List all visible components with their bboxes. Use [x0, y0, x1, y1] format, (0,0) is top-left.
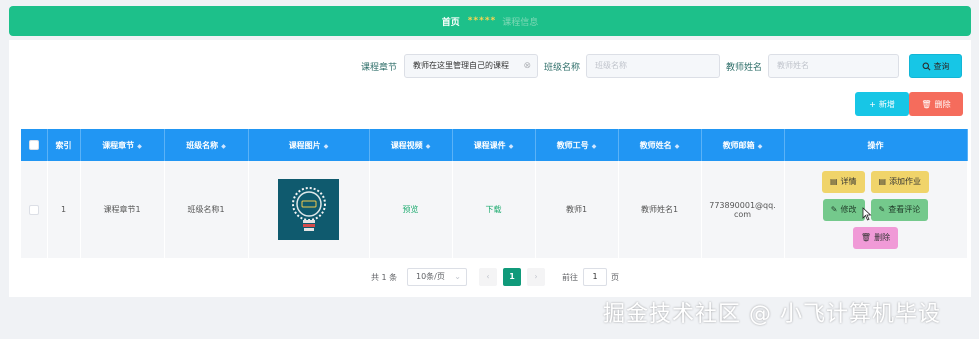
- column-header[interactable]: 课程章节 ◆: [80, 129, 165, 161]
- trash-icon: 🗑: [860, 233, 872, 242]
- video-cell: 预览: [369, 161, 453, 258]
- mouse-cursor-icon: [862, 207, 872, 221]
- lightbulb-icon: [291, 186, 326, 231]
- goto-label: 前往: [562, 273, 578, 282]
- row-checkbox[interactable]: [28, 204, 39, 215]
- sort-icon[interactable]: ◆: [426, 143, 431, 150]
- teacher-name-input[interactable]: 教师姓名: [768, 54, 899, 78]
- select-all-header[interactable]: [21, 129, 48, 161]
- operations-group: ▤ 详情 ▤ 添加作业 ✎ 修改 ✎ 查看评论 🗑 删除: [785, 170, 967, 249]
- select-all-checkbox[interactable]: [28, 140, 39, 150]
- next-page-button[interactable]: ›: [527, 268, 545, 286]
- add-button-label: 新增: [878, 99, 895, 109]
- page-size-select[interactable]: 10条/页 ⌄: [407, 268, 467, 286]
- pagination: 共 1 条 10条/页 ⌄ ‹ 1 › 前往 1 页: [9, 268, 971, 288]
- breadcrumb-separator: *****: [467, 16, 497, 26]
- main-panel: 课程章节 教师在这里管理自己的课程 ⊗ 班级名称 班级名称 教师姓名 教师姓名 …: [9, 40, 971, 297]
- column-header[interactable]: 班级名称 ◆: [164, 129, 249, 161]
- sort-icon[interactable]: ◆: [758, 143, 763, 150]
- add-homework-button[interactable]: ▤ 添加作业: [870, 170, 930, 193]
- page-number-current[interactable]: 1: [503, 268, 521, 286]
- teacher-email-cell: 773890001@qq. com: [701, 161, 785, 258]
- breadcrumb-bar: 首页 ***** 课程信息: [9, 6, 971, 36]
- breadcrumb-current: 课程信息: [502, 17, 539, 28]
- column-header[interactable]: 课程课件 ◆: [452, 129, 536, 161]
- column-header: 操作: [784, 129, 968, 161]
- table-row: 1 课程章节1 班级名称1 预览 下载 教师1 教师姓名1 773890001@…: [21, 161, 968, 258]
- teacher-id-cell: 教师1: [535, 161, 619, 258]
- sort-icon[interactable]: ◆: [221, 143, 226, 150]
- class-name-input[interactable]: 班级名称: [586, 54, 720, 78]
- email-line-2: com: [733, 209, 752, 219]
- pagination-total: 共 1 条: [371, 273, 398, 282]
- table-header-row: 索引 课程章节 ◆ 班级名称 ◆ 课程图片 ◆ 课程视频 ◆ 课程课件 ◆ 教师工号 ◆ 教…: [21, 129, 968, 161]
- column-header[interactable]: 教师邮箱 ◆: [701, 129, 785, 161]
- column-header[interactable]: 课程视频 ◆: [369, 129, 453, 161]
- sort-icon[interactable]: ◆: [509, 143, 514, 150]
- index-cell: 1: [47, 161, 81, 258]
- teacher-name-label: 教师姓名: [726, 63, 763, 73]
- view-comments-button-label: 查看评论: [888, 205, 921, 214]
- search-icon: [922, 62, 930, 70]
- column-header[interactable]: 课程图片 ◆: [248, 129, 370, 161]
- column-header[interactable]: 教师工号 ◆: [535, 129, 619, 161]
- detail-button[interactable]: ▤ 详情: [821, 170, 865, 193]
- row-delete-button-label: 删除: [874, 233, 891, 242]
- sort-icon[interactable]: ◆: [137, 143, 142, 150]
- video-preview-link[interactable]: 预览: [403, 205, 419, 214]
- add-button[interactable]: + 新增: [855, 92, 909, 116]
- watermark: 掘金技术社区 @ 小飞计算机毕设: [603, 302, 941, 327]
- query-button-label: 查询: [933, 61, 950, 71]
- edit-button[interactable]: ✎ 修改: [822, 198, 865, 221]
- edit-icon: ✎: [878, 205, 886, 214]
- chapter-input-value: 教师在这里管理自己的课程: [413, 61, 509, 70]
- view-comments-button[interactable]: ✎ 查看评论: [870, 198, 929, 221]
- column-header[interactable]: 教师姓名 ◆: [618, 129, 702, 161]
- chevron-down-icon: ⌄: [454, 272, 461, 281]
- trash-icon: 🗑: [921, 99, 932, 109]
- breadcrumb-home[interactable]: 首页: [442, 15, 460, 28]
- row-select-cell[interactable]: [21, 161, 48, 258]
- document-icon: ▤: [878, 177, 887, 186]
- column-header: 索引: [47, 129, 81, 161]
- search-row: 课程章节 教师在这里管理自己的课程 ⊗ 班级名称 班级名称 教师姓名 教师姓名: [9, 54, 971, 78]
- chapter-input[interactable]: 教师在这里管理自己的课程 ⊗: [404, 54, 538, 78]
- sort-icon[interactable]: ◆: [592, 143, 597, 150]
- goto-page-input[interactable]: 1: [583, 268, 607, 286]
- sort-icon[interactable]: ◆: [324, 143, 329, 150]
- detail-button-label: 详情: [840, 177, 857, 186]
- plus-icon: +: [869, 99, 876, 109]
- class-name-label: 班级名称: [544, 63, 581, 73]
- row-delete-button[interactable]: 🗑 删除: [852, 226, 899, 249]
- course-image[interactable]: [278, 179, 339, 240]
- query-button[interactable]: 查询: [909, 54, 962, 78]
- class-name-placeholder: 班级名称: [595, 61, 627, 70]
- document-icon: ▤: [829, 177, 838, 186]
- sort-icon[interactable]: ◆: [675, 143, 680, 150]
- class-name-cell: 班级名称1: [164, 161, 249, 258]
- chapter-label: 课程章节: [361, 63, 398, 73]
- teacher-name-cell: 教师姓名1: [618, 161, 702, 258]
- edit-button-label: 修改: [840, 205, 857, 214]
- clear-icon[interactable]: ⊗: [523, 55, 531, 77]
- teacher-name-placeholder: 教师姓名: [777, 61, 809, 70]
- add-homework-button-label: 添加作业: [889, 177, 922, 186]
- batch-delete-button-label: 删除: [934, 99, 951, 109]
- edit-icon: ✎: [830, 205, 838, 214]
- courseware-cell: 下载: [452, 161, 536, 258]
- email-line-1: 773890001@qq.: [709, 200, 776, 210]
- prev-page-button[interactable]: ‹: [479, 268, 497, 286]
- course-table: 索引 课程章节 ◆ 班级名称 ◆ 课程图片 ◆ 课程视频 ◆ 课程课件 ◆ 教师工号 ◆ 教…: [21, 129, 968, 258]
- courseware-download-link[interactable]: 下载: [486, 205, 502, 214]
- operations-cell: ▤ 详情 ▤ 添加作业 ✎ 修改 ✎ 查看评论 🗑 删除: [784, 161, 968, 258]
- chapter-cell: 课程章节1: [80, 161, 165, 258]
- batch-delete-button[interactable]: 🗑 删除: [909, 92, 963, 116]
- goto-unit: 页: [611, 273, 619, 282]
- course-image-cell: [248, 161, 370, 258]
- page-size-value: 10条/页: [416, 272, 445, 281]
